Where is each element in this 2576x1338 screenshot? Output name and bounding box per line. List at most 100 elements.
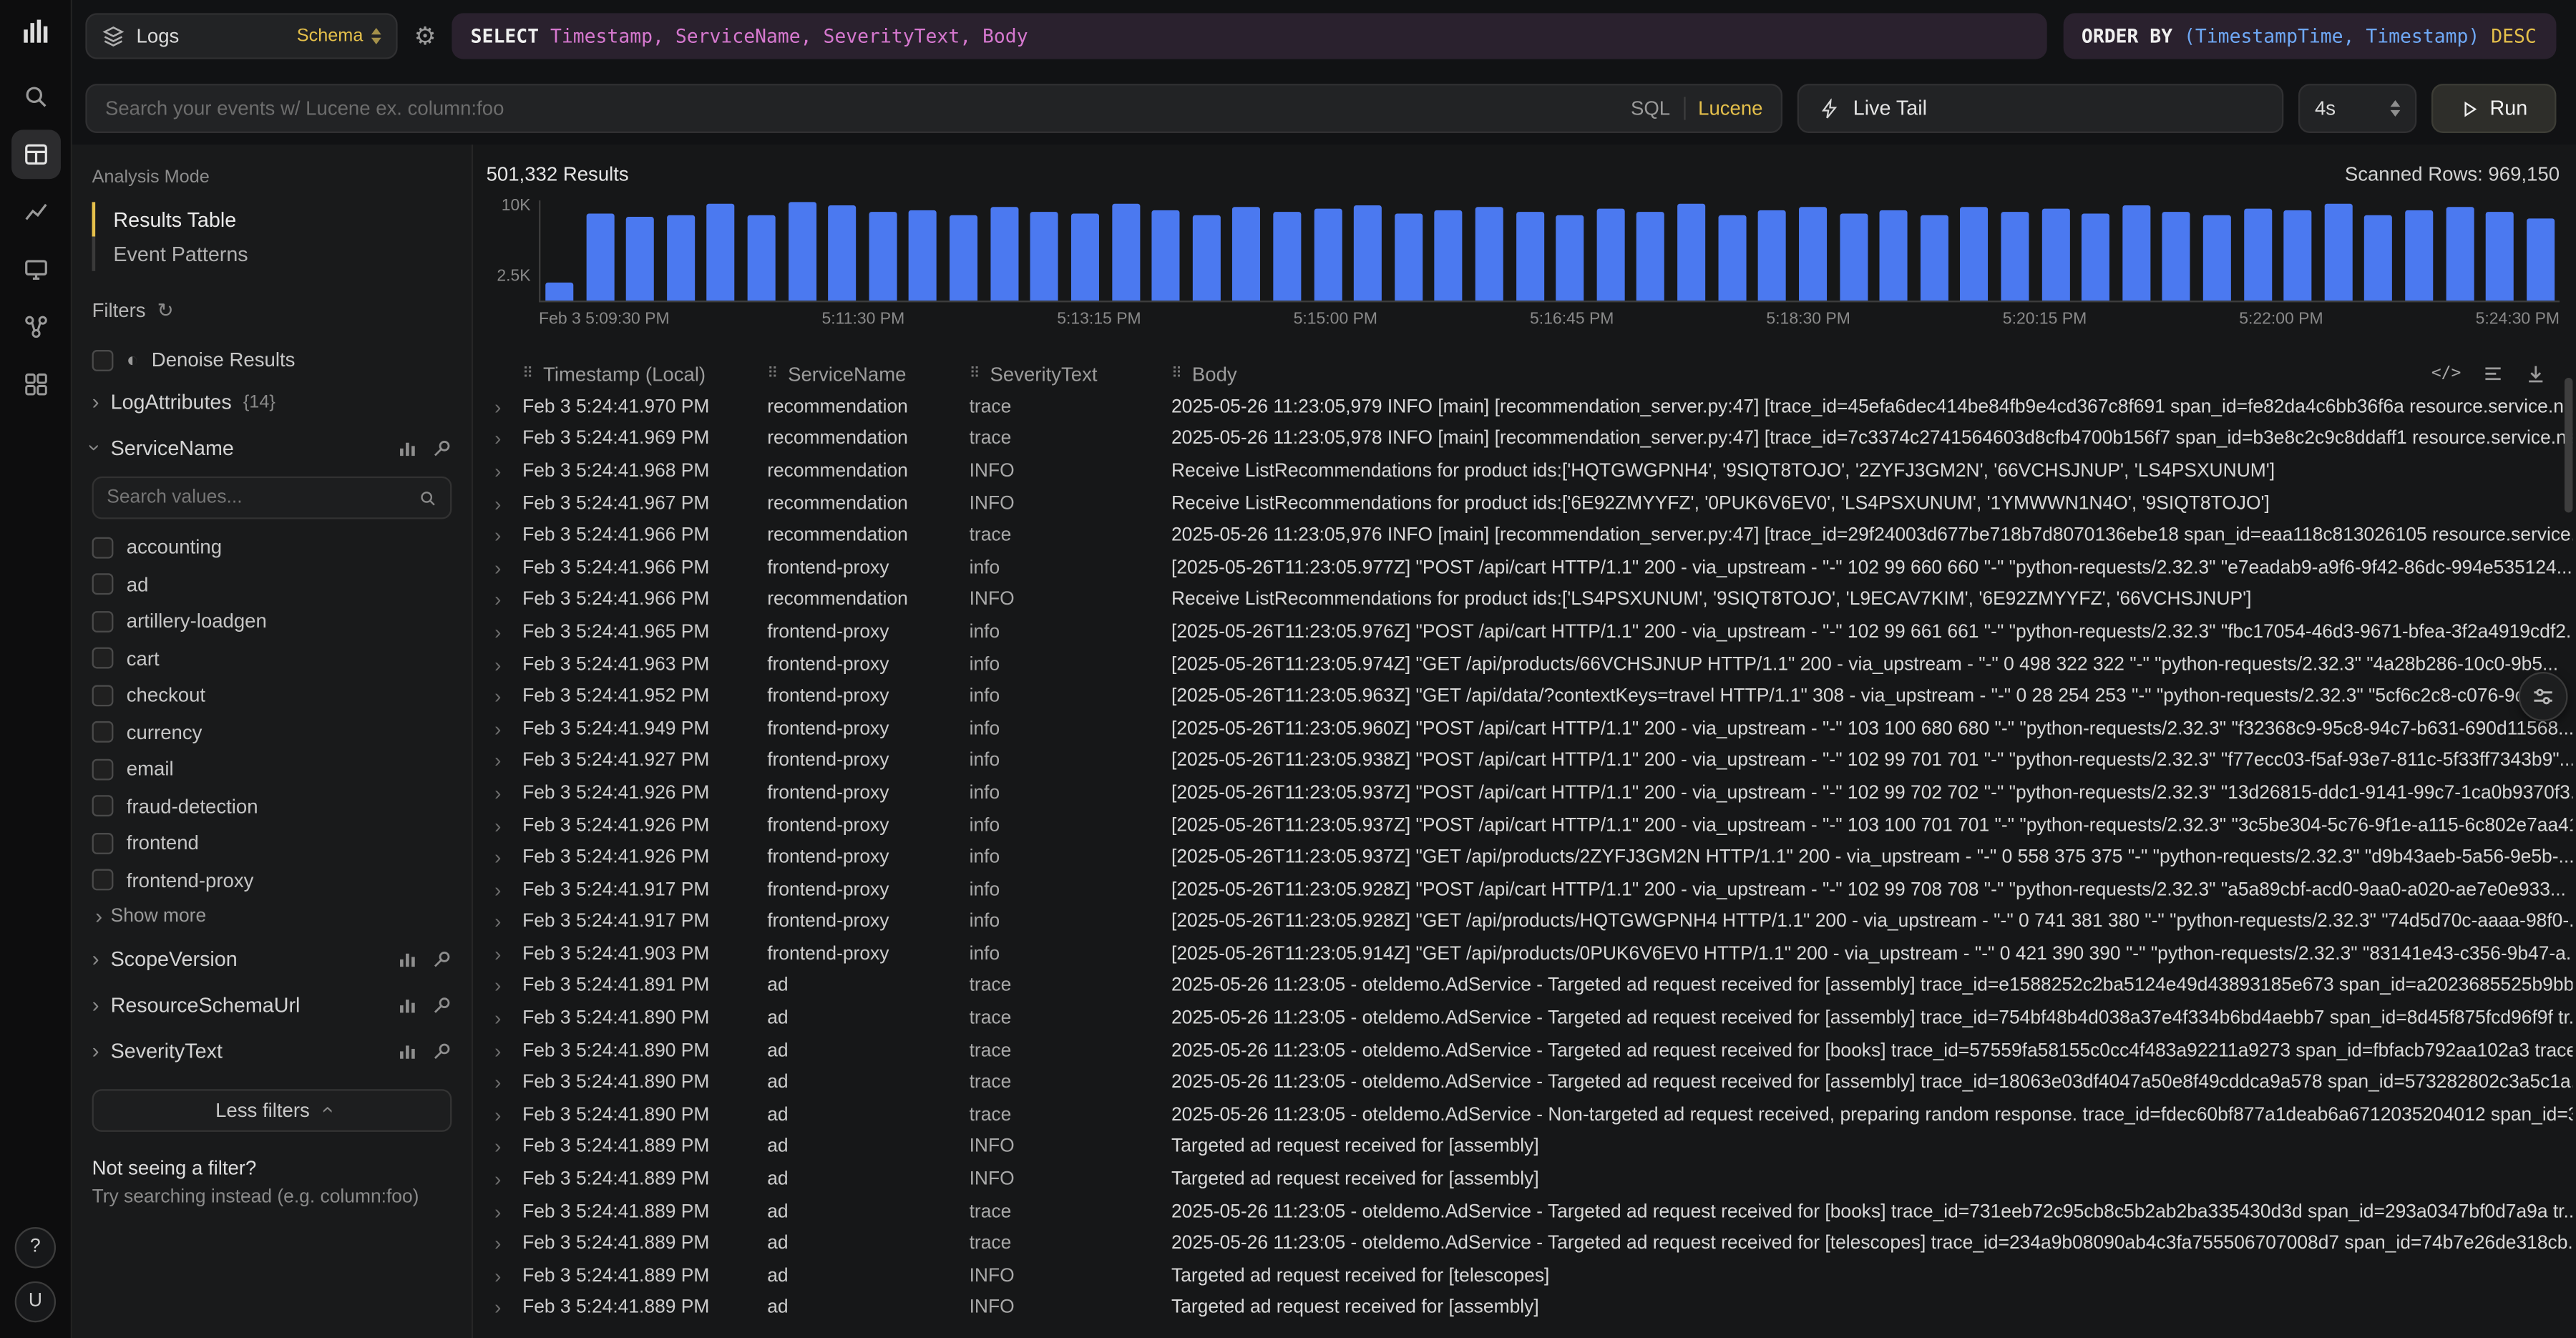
log-row[interactable]: Feb 3 5:24:41.952 PM frontend-proxy info… — [487, 680, 2573, 713]
log-row[interactable]: Feb 3 5:24:41.889 PM ad INFO Targeted ad… — [487, 1260, 2573, 1292]
log-row[interactable]: Feb 3 5:24:41.926 PM frontend-proxy info… — [487, 841, 2573, 874]
histogram-bar[interactable] — [707, 204, 735, 301]
nav-search-button[interactable] — [11, 72, 60, 122]
row-expand-chevron[interactable] — [487, 943, 523, 966]
histogram-bar[interactable] — [586, 213, 614, 301]
histogram-bar[interactable] — [1111, 204, 1139, 301]
live-tail-button[interactable]: Live Tail — [1797, 84, 2284, 133]
histogram-bar[interactable] — [1961, 207, 1989, 301]
facet-value-row[interactable]: cart — [92, 640, 452, 677]
log-row[interactable]: Feb 3 5:24:41.926 PM frontend-proxy info… — [487, 809, 2573, 841]
log-row[interactable]: Feb 3 5:24:41.890 PM ad trace 2025-05-26… — [487, 1002, 2573, 1035]
mode-results-table[interactable]: Results Table — [92, 202, 452, 236]
log-row[interactable]: Feb 3 5:24:41.891 PM ad trace 2025-05-26… — [487, 970, 2573, 1002]
denoise-checkbox[interactable] — [92, 349, 114, 371]
log-row[interactable]: Feb 3 5:24:41.949 PM frontend-proxy info… — [487, 713, 2573, 745]
histogram-bar[interactable] — [2405, 210, 2433, 301]
row-expand-chevron[interactable] — [487, 1007, 523, 1030]
facet-value-row[interactable]: email — [92, 751, 452, 788]
histogram-bar[interactable] — [1314, 209, 1342, 301]
pin-icon[interactable] — [432, 1042, 452, 1062]
schema-selector[interactable]: Schema — [297, 26, 381, 47]
histogram-bar[interactable] — [545, 283, 573, 301]
drag-handle-icon[interactable]: ⠿ — [767, 365, 778, 383]
row-expand-chevron[interactable] — [487, 1136, 523, 1159]
histogram-bar[interactable] — [829, 205, 857, 301]
row-expand-chevron[interactable] — [487, 653, 523, 676]
facet-value-row[interactable]: artillery-loadgen — [92, 603, 452, 640]
select-clause-input[interactable]: SELECT Timestamp, ServiceName, SeverityT… — [452, 13, 2046, 59]
row-expand-chevron[interactable] — [487, 396, 523, 419]
histogram-bar[interactable] — [1839, 213, 1867, 301]
log-row[interactable]: Feb 3 5:24:41.970 PM recommendation trac… — [487, 391, 2573, 423]
facet-value-row[interactable]: checkout — [92, 677, 452, 714]
row-expand-chevron[interactable] — [487, 911, 523, 934]
row-expand-chevron[interactable] — [487, 1104, 523, 1127]
histogram-bar[interactable] — [1516, 212, 1543, 301]
histogram-bar[interactable] — [1475, 207, 1503, 301]
histogram-bar[interactable] — [1071, 213, 1099, 301]
column-header-service-name[interactable]: ⠿ ServiceName — [767, 362, 969, 385]
pin-icon[interactable] — [432, 949, 452, 970]
log-row[interactable]: Feb 3 5:24:41.889 PM ad INFO Targeted ad… — [487, 1131, 2573, 1163]
display-options-icon[interactable] — [2482, 363, 2504, 384]
histogram-bar[interactable] — [990, 207, 1018, 301]
log-row[interactable]: Feb 3 5:24:41.963 PM frontend-proxy info… — [487, 648, 2573, 680]
row-expand-chevron[interactable] — [487, 589, 523, 612]
log-row[interactable]: Feb 3 5:24:41.965 PM frontend-proxy info… — [487, 616, 2573, 648]
facet-value-checkbox[interactable] — [92, 796, 114, 817]
facet-value-row[interactable]: ad — [92, 566, 452, 603]
histogram-bar[interactable] — [2162, 212, 2190, 301]
histogram-bar[interactable] — [2324, 204, 2352, 301]
histogram-bar[interactable] — [2527, 218, 2555, 301]
nav-results-table-button[interactable] — [11, 130, 60, 179]
histogram-bar[interactable] — [2122, 205, 2150, 301]
histogram-bar[interactable] — [2486, 212, 2514, 301]
facet-value-checkbox[interactable] — [92, 758, 114, 780]
histogram-bar[interactable] — [667, 215, 695, 301]
drag-handle-icon[interactable]: ⠿ — [970, 365, 980, 383]
row-expand-chevron[interactable] — [487, 524, 523, 547]
log-row[interactable]: Feb 3 5:24:41.966 PM recommendation trac… — [487, 519, 2573, 552]
row-expand-chevron[interactable] — [487, 685, 523, 708]
nav-chart-explorer-button[interactable] — [11, 187, 60, 237]
row-expand-chevron[interactable] — [487, 1200, 523, 1223]
nav-apps-button[interactable] — [11, 360, 60, 409]
row-expand-chevron[interactable] — [487, 1072, 523, 1095]
histogram-bar[interactable] — [2284, 210, 2312, 301]
facet-value-row[interactable]: fraud-detection — [92, 788, 452, 825]
less-filters-button[interactable]: Less filters — [92, 1089, 452, 1132]
log-row[interactable]: Feb 3 5:24:41.966 PM recommendation INFO… — [487, 584, 2573, 616]
histogram-bar[interactable] — [1880, 210, 1908, 301]
app-logo[interactable] — [21, 16, 50, 46]
log-row[interactable]: Feb 3 5:24:41.903 PM frontend-proxy info… — [487, 938, 2573, 970]
source-selector[interactable]: Logs Schema — [85, 13, 397, 59]
histogram-bar[interactable] — [1273, 212, 1301, 301]
nav-sessions-button[interactable] — [11, 245, 60, 294]
log-row[interactable]: Feb 3 5:24:41.967 PM recommendation INFO… — [487, 487, 2573, 519]
log-row[interactable]: Feb 3 5:24:41.889 PM ad trace 2025-05-26… — [487, 1228, 2573, 1260]
drag-handle-icon[interactable]: ⠿ — [522, 365, 533, 383]
row-expand-chevron[interactable] — [487, 814, 523, 837]
row-expand-chevron[interactable] — [487, 1168, 523, 1191]
pin-icon[interactable] — [432, 439, 452, 459]
log-row[interactable]: Feb 3 5:24:41.927 PM frontend-proxy info… — [487, 745, 2573, 777]
histogram-bar[interactable] — [2446, 207, 2474, 301]
row-expand-chevron[interactable] — [487, 1232, 523, 1255]
pin-icon[interactable] — [432, 995, 452, 1015]
histogram-bar[interactable] — [950, 215, 977, 301]
facet-group-log-attributes[interactable]: LogAttributes {14} — [92, 381, 452, 424]
user-avatar[interactable]: U — [15, 1281, 56, 1322]
histogram-bar[interactable] — [1354, 205, 1382, 301]
row-expand-chevron[interactable] — [487, 460, 523, 483]
facet-value-row[interactable]: frontend-proxy — [92, 861, 452, 899]
log-row[interactable]: Feb 3 5:24:41.917 PM frontend-proxy info… — [487, 906, 2573, 938]
row-expand-chevron[interactable] — [487, 1040, 523, 1063]
facet-group-header[interactable]: ScopeVersion — [92, 938, 452, 981]
row-expand-chevron[interactable] — [487, 428, 523, 451]
histogram-bar[interactable] — [909, 210, 937, 301]
facet-value-row[interactable]: currency — [92, 714, 452, 751]
row-expand-chevron[interactable] — [487, 492, 523, 515]
facet-group-service-name[interactable]: ServiceName — [92, 427, 452, 470]
log-row[interactable]: Feb 3 5:24:41.966 PM frontend-proxy info… — [487, 552, 2573, 584]
